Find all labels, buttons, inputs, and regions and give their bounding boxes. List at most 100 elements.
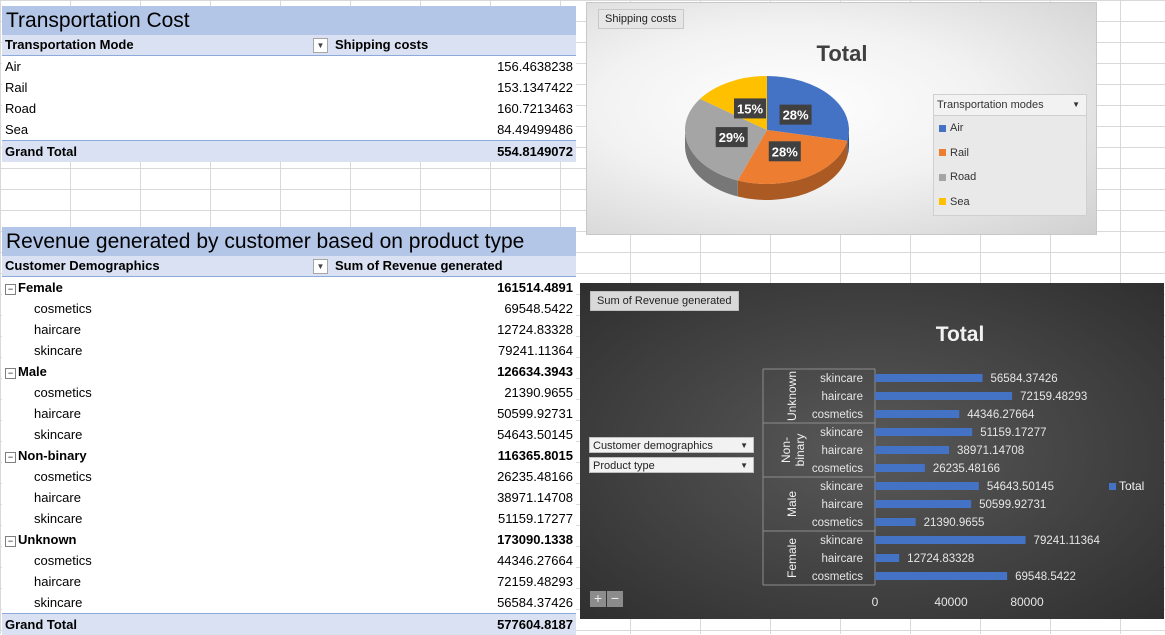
group-axis-label: Non-binary bbox=[779, 434, 807, 467]
row-value: 153.1347422 bbox=[497, 80, 573, 95]
legend-item[interactable]: Air bbox=[934, 116, 1086, 141]
row-label: Rail bbox=[5, 80, 28, 95]
collapse-button[interactable]: − bbox=[607, 591, 623, 607]
pie-data-label-text: 28% bbox=[772, 144, 798, 159]
bar-data-label: 50599.92731 bbox=[979, 499, 1046, 511]
row-value: 44346.27664 bbox=[497, 553, 573, 568]
bar-female-cosmetics bbox=[875, 572, 1008, 580]
table-row: cosmetics 26235.48166 bbox=[2, 466, 576, 487]
group-axis-label: Male bbox=[785, 491, 799, 517]
legend-item[interactable]: Rail bbox=[934, 141, 1086, 166]
pie-data-label-text: 28% bbox=[783, 108, 809, 123]
bar-data-label: 56584.37426 bbox=[991, 373, 1058, 385]
table-row: haircare 12724.83328 bbox=[2, 319, 576, 340]
row-value: 56584.37426 bbox=[497, 595, 573, 610]
collapse-icon[interactable]: − bbox=[5, 536, 16, 547]
group-row[interactable]: − Non-binary 116365.8015 bbox=[2, 445, 576, 466]
bar-unknown-skincare bbox=[875, 374, 983, 382]
legend-label: Sea bbox=[950, 195, 970, 208]
row-value: 84.49499486 bbox=[497, 122, 573, 137]
bar-data-label: 26235.48166 bbox=[933, 463, 1000, 475]
pie-data-label: 28% bbox=[779, 104, 812, 125]
transport-mode-header[interactable]: Transportation Mode ▼ bbox=[2, 35, 330, 55]
bar-data-label: 72159.48293 bbox=[1020, 391, 1087, 403]
legend-title: Transportation modes bbox=[937, 99, 1044, 111]
grand-total-value: 554.8149072 bbox=[497, 144, 573, 159]
table-row: haircare 72159.48293 bbox=[2, 571, 576, 592]
filter-dropdown-icon[interactable]: ▼ bbox=[313, 38, 328, 53]
customer-demographics-header[interactable]: Customer Demographics ▼ bbox=[2, 256, 330, 276]
group-name: Unknown bbox=[18, 532, 77, 547]
legend-field-button[interactable]: Transportation modes ▼ bbox=[934, 95, 1086, 116]
row-label: skincare bbox=[34, 511, 83, 526]
transport-pivot-table[interactable]: Transportation Cost Transportation Mode … bbox=[2, 6, 576, 162]
category-tick-label: haircare bbox=[821, 553, 863, 565]
row-label: haircare bbox=[34, 322, 81, 337]
pie-legend[interactable]: Transportation modes ▼ Air Rail Road Sea bbox=[933, 94, 1087, 216]
pie-data-label-text: 15% bbox=[737, 101, 763, 116]
row-label: skincare bbox=[34, 343, 83, 358]
pie-data-label: 15% bbox=[734, 98, 767, 119]
zoom-buttons[interactable]: + − bbox=[590, 591, 623, 607]
shipping-costs-header: Shipping costs bbox=[335, 37, 429, 52]
bar-non-binary-haircare bbox=[875, 446, 950, 454]
row-value: 72159.48293 bbox=[497, 574, 573, 589]
legend-swatch bbox=[1109, 483, 1116, 490]
bar-data-label: 12724.83328 bbox=[907, 553, 974, 565]
chevron-down-icon[interactable]: ▼ bbox=[1072, 95, 1080, 115]
group-row[interactable]: − Female 161514.4891 bbox=[2, 277, 576, 298]
row-value: 50599.92731 bbox=[497, 406, 573, 421]
bar-male-skincare bbox=[875, 482, 979, 490]
grand-total-row: Grand Total 554.8149072 bbox=[2, 140, 576, 162]
bar-data-label: 79241.11364 bbox=[1034, 535, 1101, 547]
revenue-pivot-table[interactable]: Revenue generated by customer based on p… bbox=[2, 227, 576, 635]
table-row: skincare 56584.37426 bbox=[2, 592, 576, 613]
table-row: cosmetics 69548.5422 bbox=[2, 298, 576, 319]
collapse-icon[interactable]: − bbox=[5, 452, 16, 463]
expand-button[interactable]: + bbox=[590, 591, 606, 607]
row-label: cosmetics bbox=[34, 301, 92, 316]
group-name: Male bbox=[18, 364, 47, 379]
table-row: skincare 79241.11364 bbox=[2, 340, 576, 361]
filter-dropdown-icon[interactable]: ▼ bbox=[313, 259, 328, 274]
group-row[interactable]: − Unknown 173090.1338 bbox=[2, 529, 576, 550]
category-tick-label: haircare bbox=[821, 499, 863, 511]
grand-total-value: 577604.8187 bbox=[497, 617, 573, 632]
row-label: cosmetics bbox=[34, 469, 92, 484]
bar-data-label: 54643.50145 bbox=[987, 481, 1054, 493]
legend-label: Road bbox=[950, 171, 977, 183]
row-label: haircare bbox=[34, 574, 81, 589]
table-row: Road 160.7213463 bbox=[2, 98, 576, 119]
legend-item[interactable]: Sea bbox=[934, 190, 1086, 215]
table-row: skincare 51159.17277 bbox=[2, 508, 576, 529]
row-label: cosmetics bbox=[34, 385, 92, 400]
row-value: 26235.48166 bbox=[497, 469, 573, 484]
category-tick-label: cosmetics bbox=[812, 517, 863, 529]
collapse-icon[interactable]: − bbox=[5, 284, 16, 295]
transport-table-title: Transportation Cost bbox=[2, 6, 576, 35]
legend-swatch bbox=[939, 124, 946, 132]
pie-data-label: 29% bbox=[715, 127, 748, 148]
row-label: haircare bbox=[34, 406, 81, 421]
category-tick-label: cosmetics bbox=[812, 463, 863, 475]
category-tick-label: cosmetics bbox=[812, 571, 863, 583]
group-label: − Male bbox=[2, 361, 335, 382]
group-value: 161514.4891 bbox=[497, 280, 573, 295]
row-label: Sea bbox=[5, 122, 29, 137]
legend-item[interactable]: Road bbox=[934, 165, 1086, 190]
category-tick-label: haircare bbox=[821, 445, 863, 457]
bar-female-haircare bbox=[875, 554, 900, 562]
group-value: 116365.8015 bbox=[497, 448, 573, 463]
shipping-costs-pie-chart[interactable]: Shipping costs Total 28% 28% 29% 15% Transp… bbox=[586, 2, 1097, 235]
row-label: Road bbox=[5, 101, 37, 116]
revenue-bar-chart[interactable]: Sum of Revenue generated Total Customer … bbox=[580, 283, 1164, 619]
row-label: skincare bbox=[34, 595, 83, 610]
bar-female-skincare bbox=[875, 536, 1026, 544]
row-value: 160.7213463 bbox=[497, 101, 573, 116]
collapse-icon[interactable]: − bbox=[5, 368, 16, 379]
row-value: 54643.50145 bbox=[497, 427, 573, 442]
bar-unknown-cosmetics bbox=[875, 410, 960, 418]
group-row[interactable]: − Male 126634.3943 bbox=[2, 361, 576, 382]
row-value: 38971.14708 bbox=[497, 490, 573, 505]
bar-non-binary-skincare bbox=[875, 428, 973, 436]
